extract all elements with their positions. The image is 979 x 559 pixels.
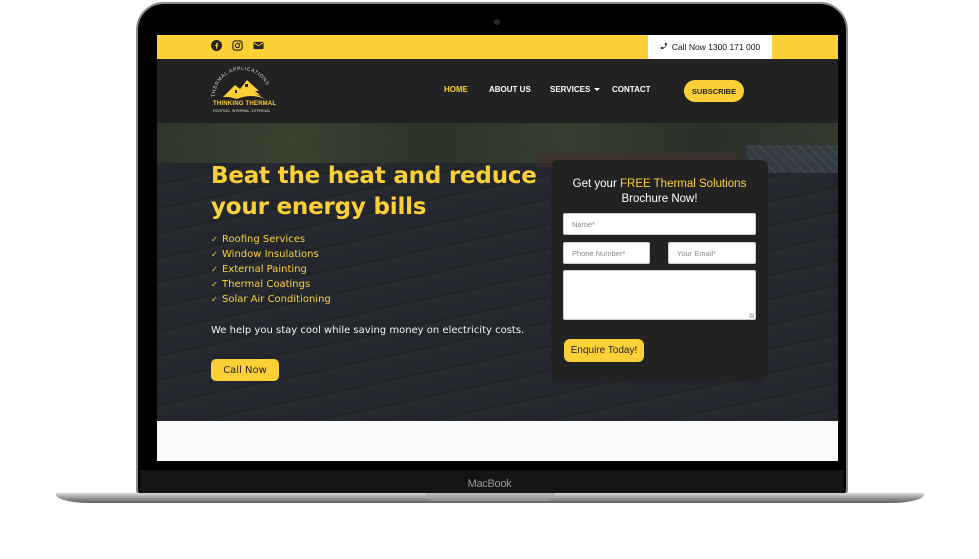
logo-house-icon: THERMAL APPLICATIONS (211, 66, 270, 99)
call-now-top-link[interactable]: Call Now 1300 171 000 (648, 35, 772, 59)
website-screen: Call Now 1300 171 000 THERMAL APPLICATIO… (157, 35, 838, 461)
facebook-icon[interactable] (211, 40, 222, 51)
top-bar: Call Now 1300 171 000 (157, 35, 838, 59)
hero-section: Beat the heat and reduce your energy bil… (157, 123, 838, 421)
service-label: External Painting (222, 264, 307, 275)
service-item: ✓ External Painting (211, 262, 331, 277)
phone-input[interactable]: Phone Number* (563, 242, 650, 264)
call-now-button[interactable]: Call Now (211, 359, 279, 381)
laptop-mockup: MacBook Call Now 1300 171 000 THERMAL AP… (0, 0, 979, 559)
nav-home[interactable]: HOME (444, 85, 489, 94)
form-title: Get your FREE Thermal Solutions Brochure… (551, 177, 768, 207)
service-item: ✓ Roofing Services (211, 232, 331, 247)
camera-icon (494, 19, 500, 25)
caret-down-icon (594, 88, 601, 92)
email-input[interactable]: Your Email* (668, 242, 756, 264)
form-title-highlight: FREE Thermal Solutions (619, 178, 747, 190)
nav-about-us[interactable]: ABOUT US (489, 85, 550, 94)
content-section (157, 421, 838, 461)
nav-services-label: SERVICES (550, 85, 591, 94)
phone-icon (660, 42, 668, 52)
hero-tagline: We help you stay cool while saving money… (211, 325, 525, 336)
service-label: Solar Air Conditioning (222, 294, 331, 305)
main-navbar: THERMAL APPLICATIONS THINKING THERMAL RO… (157, 59, 838, 123)
check-icon: ✓ (211, 280, 218, 289)
check-icon: ✓ (211, 235, 218, 244)
enquire-today-button[interactable]: Enquire Today! (564, 339, 644, 362)
services-list: ✓ Roofing Services ✓ Window Insulations ✓ E… (211, 232, 331, 307)
form-title-prefix: Get your (572, 178, 620, 190)
brand-label: MacBook (467, 478, 512, 490)
social-links (211, 40, 264, 51)
name-input[interactable]: Name* (563, 213, 756, 235)
service-item: ✓ Window Insulations (211, 247, 331, 262)
hero-headline: Beat the heat and reduce your energy bil… (211, 163, 537, 220)
message-textarea[interactable] (563, 270, 756, 320)
nav-services[interactable]: SERVICES (550, 85, 612, 94)
instagram-icon[interactable] (232, 40, 243, 51)
service-label: Window Insulations (222, 249, 319, 260)
check-icon: ✓ (211, 250, 218, 259)
logo-title: THINKING THERMAL (213, 101, 277, 107)
check-icon: ✓ (211, 295, 218, 304)
service-item: ✓ Solar Air Conditioning (211, 292, 331, 307)
envelope-icon[interactable] (253, 40, 264, 51)
check-icon: ✓ (211, 265, 218, 274)
service-label: Roofing Services (222, 234, 306, 245)
logo-subtitle: ROOFING, INTERNAL, EXTERNAL (213, 109, 271, 113)
primary-nav: HOME ABOUT US SERVICES CONTACT (444, 85, 662, 94)
form-title-suffix: Brochure Now! (621, 193, 698, 205)
laptop-notch (425, 493, 555, 501)
call-now-label: Call Now 1300 171 000 (671, 42, 761, 52)
nav-contact[interactable]: CONTACT (612, 85, 662, 94)
subscribe-button[interactable]: SUBSCRIBE (684, 80, 744, 102)
resize-handle-icon[interactable] (749, 313, 754, 318)
service-label: Thermal Coatings (222, 279, 311, 290)
service-item: ✓ Thermal Coatings (211, 277, 331, 292)
brochure-form: Get your FREE Thermal Solutions Brochure… (551, 160, 768, 381)
